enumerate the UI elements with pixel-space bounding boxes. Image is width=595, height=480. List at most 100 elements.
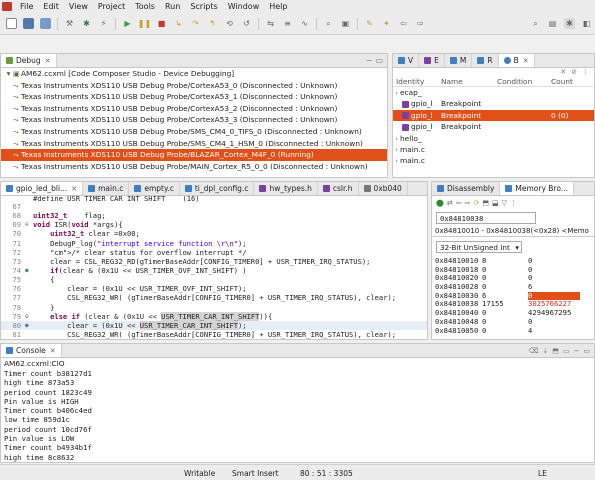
memory-value[interactable]: 4 [528, 326, 580, 336]
pin-icon[interactable]: ⬒ [552, 347, 559, 355]
line-number[interactable]: 77 [1, 293, 25, 302]
gutter-marker[interactable] [25, 229, 33, 238]
menu-icon[interactable]: ⋮ [510, 199, 517, 207]
search-toolbar-icon[interactable]: ⌕ [530, 18, 541, 29]
debug-target-item[interactable]: ⤳ Texas Instruments XDS110 USB Debug Prob… [1, 138, 387, 150]
refresh-icon[interactable]: ⟳ [473, 199, 479, 207]
memory-value[interactable]: 0 [528, 256, 580, 266]
line-number[interactable]: 71 [1, 239, 25, 248]
line-number[interactable]: 80 [1, 321, 25, 330]
tab-modules[interactable]: M [445, 54, 473, 67]
breakpoint-row[interactable]: gpio_l Breakpoint [393, 98, 594, 109]
tab-registers[interactable]: R [472, 54, 499, 67]
save-icon[interactable] [23, 18, 34, 29]
debug-target-item[interactable]: ⤳ Texas Instruments XDS110 USB Debug Prob… [1, 149, 387, 161]
terminate-icon[interactable]: ■ [156, 18, 167, 29]
link-icon[interactable]: ⇄ [447, 199, 453, 207]
breakpoint-checkbox[interactable] [402, 112, 409, 120]
line-number[interactable]: 73 [1, 257, 25, 266]
step-return-icon[interactable]: ↰ [207, 18, 218, 29]
menu-scripts[interactable]: Scripts [185, 2, 222, 11]
editor-tab[interactable]: hw_types.h [254, 182, 318, 195]
breakpoint-checkbox[interactable] [402, 100, 409, 108]
gutter-marker[interactable]: ⊖ [25, 220, 33, 229]
menu-view[interactable]: View [64, 2, 93, 11]
close-icon[interactable]: ✕ [45, 57, 51, 65]
pencil-icon[interactable]: ✎ [364, 18, 375, 29]
editor-tab[interactable]: main.c [83, 182, 130, 195]
memory-value[interactable]: 0 [528, 274, 580, 283]
scroll-lock-icon[interactable]: ⇣ [542, 347, 548, 355]
line-number[interactable]: 68 [1, 211, 25, 220]
tab-breakpoints[interactable]: B ✕ [498, 54, 535, 67]
memory-value[interactable]: 0 [482, 282, 528, 292]
clear-console-icon[interactable]: ⌫ [528, 347, 538, 355]
menu-project[interactable]: Project [93, 2, 130, 11]
memory-value[interactable]: 6 [528, 282, 580, 292]
forward-icon[interactable]: ⇨ [465, 199, 471, 207]
col-condition[interactable]: Condition [497, 76, 551, 86]
menu-icon[interactable]: ⋮ [582, 68, 589, 76]
editor-tab[interactable]: 0xb040 [359, 182, 408, 195]
breakpoint-checkbox[interactable] [402, 123, 409, 131]
annotation-icon[interactable]: ✦ [381, 18, 392, 29]
debug-target-item[interactable]: ⤳ Texas Instruments XDS110 USB Debug Prob… [1, 114, 387, 126]
filter-icon[interactable]: ▽ [502, 199, 507, 207]
debug-target-item[interactable]: ⤳ Texas Instruments XDS110 USB Debug Prob… [1, 126, 387, 138]
tab-console[interactable]: Console ✕ [1, 344, 62, 357]
back-icon[interactable]: ⇦ [398, 18, 409, 29]
debug-target-item[interactable]: ⤳ Texas Instruments XDS110 USB Debug Prob… [1, 80, 387, 92]
connect-icon[interactable]: ⇆ [265, 18, 276, 29]
editor-tab[interactable]: ti_dpl_config.c [180, 182, 255, 195]
memory-range-tab[interactable]: 0x84810010 - 0x84810038(<0x28) <Memo [432, 226, 594, 237]
display-console-icon[interactable]: ▭ [563, 347, 570, 355]
menu-window[interactable]: Window [223, 2, 265, 11]
debug-target-item[interactable]: ⤳ Texas Instruments XDS110 USB Debug Prob… [1, 91, 387, 103]
memory-value[interactable]: 0 [482, 265, 528, 275]
minimize-icon[interactable]: − [574, 347, 580, 355]
close-icon[interactable]: ✕ [50, 347, 56, 355]
memory-value[interactable]: 17155 [482, 300, 528, 309]
breakpoint-row[interactable]: › main.c [393, 155, 594, 166]
col-count[interactable]: Count [551, 76, 591, 86]
gutter-marker[interactable] [25, 303, 33, 312]
line-number[interactable]: 70 [1, 229, 25, 238]
tab-debug[interactable]: Debug ✕ [1, 54, 57, 67]
perspective-debug-icon[interactable]: ✱ [564, 18, 575, 29]
pin-icon[interactable]: ⬒ [482, 199, 489, 207]
gutter-marker[interactable] [25, 284, 33, 293]
resume-icon[interactable]: ▶ [122, 18, 133, 29]
debug-target-item[interactable]: ⤳ Texas Instruments XDS110 USB Debug Prob… [1, 103, 387, 115]
memory-value[interactable]: 0 [482, 274, 528, 283]
step-over-icon[interactable]: ↷ [190, 18, 201, 29]
gutter-marker[interactable] [25, 275, 33, 284]
perspective-edit-icon[interactable]: ▤ [547, 18, 558, 29]
menu-edit[interactable]: Edit [38, 2, 64, 11]
build-hammer-icon[interactable]: ⚒ [64, 18, 75, 29]
line-number[interactable]: 75 [1, 275, 25, 284]
debug-target-item[interactable]: ⤳ Texas Instruments XDS110 USB Debug Prob… [1, 161, 387, 173]
menu-help[interactable]: Help [264, 2, 292, 11]
gutter-marker[interactable] [25, 202, 33, 211]
memory-value[interactable]: 0 [482, 308, 528, 318]
line-number[interactable]: 79 [1, 312, 25, 321]
save-all-icon[interactable] [40, 18, 51, 29]
back-icon[interactable]: ⇦ [456, 199, 462, 207]
line-number[interactable]: 78 [1, 303, 25, 312]
flash-icon[interactable]: ⚡ [98, 18, 109, 29]
breakpoint-row[interactable]: › ecap_ [393, 87, 594, 98]
memory-value[interactable]: 0 [528, 317, 580, 327]
forward-icon[interactable]: ⇨ [415, 18, 426, 29]
skip-all-icon[interactable]: ⊘ [571, 68, 577, 76]
go-icon[interactable]: ⬤ [436, 199, 444, 207]
breakpoint-row[interactable]: › main.c [393, 144, 594, 155]
scripts-icon[interactable]: ≡ [282, 18, 293, 29]
memory-value[interactable]: 4294967295 [528, 308, 580, 318]
line-number[interactable]: 81 [1, 330, 25, 339]
memory-format-select[interactable]: 32-Bit UnSigned Int ▾ [436, 241, 522, 253]
memory-value[interactable]: 0 [482, 317, 528, 327]
console-output[interactable]: Timer count b38127d1 high time 873a53 peri… [1, 369, 594, 462]
code-editor[interactable]: #define USR_TIMER_CAR_INT_SHIFT (16) 67 6… [1, 196, 427, 339]
reset-icon[interactable]: ⟲ [224, 18, 235, 29]
gutter-marker[interactable] [25, 257, 33, 266]
